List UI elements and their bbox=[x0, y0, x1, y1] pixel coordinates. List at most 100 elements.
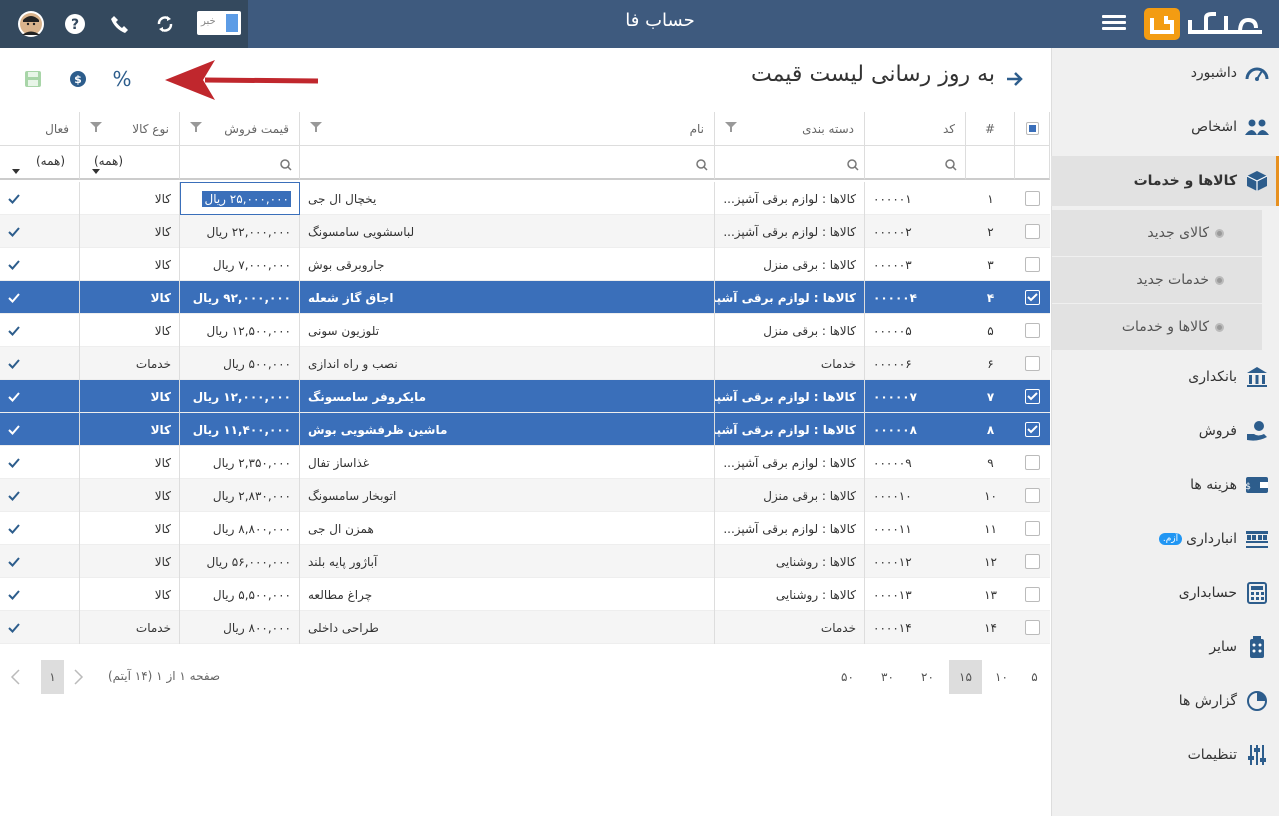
active-checkmark-icon[interactable] bbox=[0, 545, 80, 578]
page-size-option[interactable]: ۲۰ bbox=[911, 660, 944, 694]
page-size-option[interactable]: ۵۰ bbox=[831, 660, 864, 694]
table-row[interactable]: ۱۲ ۰۰۰۰۱۲ کالاها : روشنایی آباژور پایه بلند… bbox=[0, 545, 1050, 578]
price-cell[interactable]: ۷,۰۰۰,۰۰۰ ریال bbox=[180, 248, 300, 281]
sidebar-item-2[interactable]: اشخاص bbox=[1051, 102, 1279, 152]
price-cell[interactable]: ۵۰۰,۰۰۰ ریال bbox=[180, 347, 300, 380]
page-size-option[interactable]: ۱۰ bbox=[985, 660, 1018, 694]
filter-code-input[interactable] bbox=[865, 146, 966, 180]
price-cell[interactable]: ۲,۸۳۰,۰۰۰ ریال bbox=[180, 479, 300, 512]
currency-icon[interactable]: $ bbox=[65, 66, 91, 92]
row-checkbox[interactable] bbox=[1025, 554, 1040, 569]
header-type[interactable]: نوع کالا bbox=[80, 112, 180, 146]
price-cell[interactable]: ۸,۸۰۰,۰۰۰ ریال bbox=[180, 512, 300, 545]
help-icon[interactable]: ? bbox=[62, 11, 88, 37]
chevron-left-icon[interactable] bbox=[10, 668, 22, 689]
table-row[interactable]: ۱۰ ۰۰۰۰۱۰ کالاها : برقی منزل اتوبخار سامسون… bbox=[0, 479, 1050, 512]
page-number-current[interactable]: ۱ bbox=[41, 660, 64, 694]
active-checkmark-icon[interactable] bbox=[0, 314, 80, 347]
active-checkmark-icon[interactable] bbox=[0, 281, 80, 314]
row-checkbox[interactable] bbox=[1025, 257, 1040, 272]
page-size-option[interactable]: ۳۰ bbox=[871, 660, 904, 694]
table-row[interactable]: ۵ ۰۰۰۰۰۵ کالاها : برقی منزل تلوزیون سونی ۱۲,… bbox=[0, 314, 1050, 347]
active-checkmark-icon[interactable] bbox=[0, 380, 80, 413]
table-row[interactable]: ۶ ۰۰۰۰۰۶ خدمات نصب و راه اندازی ۵۰۰,۰۰۰ ریال… bbox=[0, 347, 1050, 380]
row-checkbox[interactable] bbox=[1025, 455, 1040, 470]
table-row[interactable]: ۹ ۰۰۰۰۰۹ کالاها : لوازم برقی آشپز... غذاساز… bbox=[0, 446, 1050, 479]
price-cell[interactable]: ۵۶,۰۰۰,۰۰۰ ریال bbox=[180, 545, 300, 578]
active-checkmark-icon[interactable] bbox=[0, 446, 80, 479]
active-checkmark-icon[interactable] bbox=[0, 248, 80, 281]
active-checkmark-icon[interactable] bbox=[0, 182, 80, 215]
price-cell[interactable]: ۹۲,۰۰۰,۰۰۰ ریال bbox=[180, 281, 300, 314]
filter-category-input[interactable] bbox=[715, 146, 865, 180]
row-checkbox[interactable] bbox=[1025, 224, 1040, 239]
active-checkmark-icon[interactable] bbox=[0, 215, 80, 248]
sidebar-subitem-3[interactable]: کالاها و خدمات bbox=[1052, 304, 1262, 350]
user-avatar[interactable] bbox=[17, 10, 45, 38]
logo[interactable] bbox=[1144, 6, 1268, 42]
sidebar-subitem-1[interactable]: کالای جدید bbox=[1052, 210, 1262, 256]
active-checkmark-icon[interactable] bbox=[0, 479, 80, 512]
active-checkmark-icon[interactable] bbox=[0, 413, 80, 446]
sidebar-item-7[interactable]: انبارداری آزم. bbox=[1051, 514, 1279, 564]
sidebar-item-9[interactable]: سایر bbox=[1051, 622, 1279, 672]
price-cell[interactable]: ۸۰۰,۰۰۰ ریال bbox=[180, 611, 300, 644]
price-cell[interactable]: ۱۲,۵۰۰,۰۰۰ ریال bbox=[180, 314, 300, 347]
news-widget[interactable]: خبر bbox=[197, 11, 241, 35]
select-all-header[interactable] bbox=[1015, 112, 1050, 146]
sidebar-item-1[interactable]: داشبورد bbox=[1051, 48, 1279, 98]
filter-icon[interactable] bbox=[725, 121, 737, 136]
sidebar-item-6[interactable]: $ هزینه ها bbox=[1051, 460, 1279, 510]
sidebar-item-11[interactable]: تنظیمات bbox=[1051, 730, 1279, 780]
price-cell[interactable]: ۵,۵۰۰,۰۰۰ ریال bbox=[180, 578, 300, 611]
row-checkbox[interactable] bbox=[1025, 488, 1040, 503]
price-cell[interactable]: ۲,۳۵۰,۰۰۰ ریال bbox=[180, 446, 300, 479]
row-checkbox[interactable] bbox=[1025, 620, 1040, 635]
row-checkbox[interactable] bbox=[1025, 191, 1040, 206]
row-checkbox[interactable] bbox=[1025, 422, 1040, 437]
sidebar-item-10[interactable]: گزارش ها bbox=[1051, 676, 1279, 726]
menu-toggle-icon[interactable] bbox=[1102, 12, 1126, 34]
active-checkmark-icon[interactable] bbox=[0, 347, 80, 380]
table-row[interactable]: ۲ ۰۰۰۰۰۲ کالاها : لوازم برقی آشپز... لباسشو… bbox=[0, 215, 1050, 248]
percent-button[interactable]: % bbox=[109, 66, 135, 92]
filter-price-input[interactable] bbox=[180, 146, 300, 180]
header-category[interactable]: دسته بندی bbox=[715, 112, 865, 146]
row-checkbox[interactable] bbox=[1025, 356, 1040, 371]
row-checkbox[interactable] bbox=[1025, 290, 1040, 305]
table-row[interactable]: ۱۴ ۰۰۰۰۱۴ خدمات طراحی داخلی ۸۰۰,۰۰۰ ریال خدما… bbox=[0, 611, 1050, 644]
table-row[interactable]: ۳ ۰۰۰۰۰۳ کالاها : برقی منزل جاروبرقی بوش ۷,۰… bbox=[0, 248, 1050, 281]
row-checkbox[interactable] bbox=[1025, 521, 1040, 536]
price-cell[interactable]: ۱۱,۴۰۰,۰۰۰ ریال bbox=[180, 413, 300, 446]
price-cell[interactable]: ۲۲,۰۰۰,۰۰۰ ریال bbox=[180, 215, 300, 248]
table-row[interactable]: ۱۱ ۰۰۰۰۱۱ کالاها : لوازم برقی آشپز... همزن … bbox=[0, 512, 1050, 545]
save-icon[interactable] bbox=[20, 66, 46, 92]
filter-name-input[interactable] bbox=[300, 146, 715, 180]
active-checkmark-icon[interactable] bbox=[0, 512, 80, 545]
page-size-option[interactable]: ۵ bbox=[1018, 660, 1051, 694]
header-code[interactable]: کد bbox=[865, 112, 966, 146]
header-price[interactable]: قیمت فروش bbox=[180, 112, 300, 146]
table-row[interactable]: ۱۳ ۰۰۰۰۱۳ کالاها : روشنایی چراغ مطالعه ۵,۵۰۰… bbox=[0, 578, 1050, 611]
table-row[interactable]: ۸ ۰۰۰۰۰۸ کالاها : لوازم برقی آشپز...ماشین … bbox=[0, 413, 1050, 446]
filter-icon[interactable] bbox=[90, 121, 102, 136]
phone-icon[interactable] bbox=[107, 11, 133, 37]
sidebar-item-8[interactable]: حسابداری bbox=[1051, 568, 1279, 618]
sidebar-item-4[interactable]: بانکداری bbox=[1051, 352, 1279, 402]
active-checkmark-icon[interactable] bbox=[0, 611, 80, 644]
row-checkbox[interactable] bbox=[1025, 587, 1040, 602]
price-input[interactable]: ۲۵,۰۰۰,۰۰۰ ریال bbox=[180, 182, 300, 215]
row-checkbox[interactable] bbox=[1025, 389, 1040, 404]
filter-icon[interactable] bbox=[190, 121, 202, 136]
sidebar-item-5[interactable]: فروش bbox=[1051, 406, 1279, 456]
row-checkbox[interactable] bbox=[1025, 323, 1040, 338]
filter-active-select[interactable]: (همه) bbox=[0, 146, 80, 180]
sidebar-item-3[interactable]: کالاها و خدمات bbox=[1051, 156, 1279, 206]
filter-icon[interactable] bbox=[310, 121, 322, 136]
back-arrow-icon[interactable] bbox=[1004, 68, 1026, 90]
chevron-right-icon[interactable] bbox=[72, 668, 84, 689]
header-name[interactable]: نام bbox=[300, 112, 715, 146]
page-size-option[interactable]: ۱۵ bbox=[949, 660, 982, 694]
table-row[interactable]: ۱ ۰۰۰۰۰۱ کالاها : لوازم برقی آشپز... یخچال … bbox=[0, 182, 1050, 215]
sidebar-subitem-2[interactable]: خدمات جدید bbox=[1052, 257, 1262, 303]
